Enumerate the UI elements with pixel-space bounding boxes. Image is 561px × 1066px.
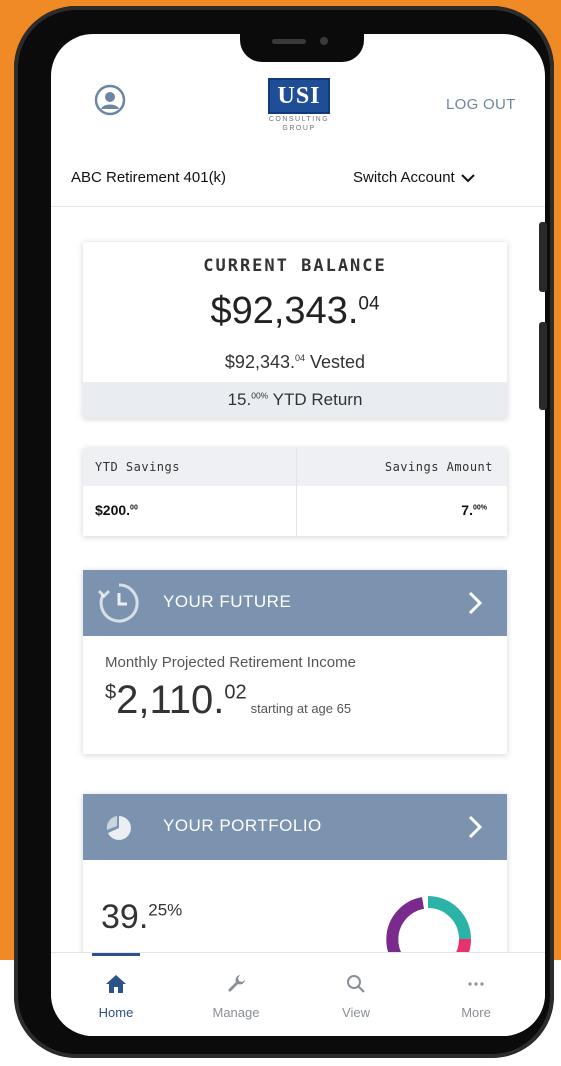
vested-amount: $92,343.04 Vested — [224, 352, 366, 372]
tab-view[interactable]: View — [301, 953, 411, 1036]
tab-manage-label: Manage — [212, 1005, 260, 1020]
phone-volume-up-button — [539, 222, 547, 292]
usi-logo: USI — [268, 78, 330, 114]
tab-manage[interactable]: Manage — [181, 953, 291, 1036]
portfolio-percentage: 39.25% — [101, 898, 183, 936]
balance-title: CURRENT BALANCE — [203, 256, 387, 276]
donut-segment-teal — [427, 896, 471, 940]
your-portfolio-title: YOUR PORTFOLIO — [163, 816, 322, 835]
savings-amount-label: Savings Amount — [384, 460, 493, 474]
savings-divider — [296, 448, 297, 536]
current-balance-card: CURRENT BALANCE $92,343.04 $92,343.04 Ve… — [83, 242, 507, 418]
account-bar: ABC Retirement 401(k) Switch Account — [51, 154, 545, 207]
user-circle-icon[interactable] — [94, 84, 126, 116]
bottom-tab-bar: Home Manage View More — [51, 952, 545, 1036]
phone-frame: USI CONSULTING GROUP LOG OUT ABC Retirem… — [14, 6, 554, 1058]
logout-button[interactable]: LOG OUT — [446, 96, 516, 113]
balance-amount: $92,343.04 — [210, 290, 380, 332]
your-future-title: YOUR FUTURE — [163, 592, 292, 611]
savings-card: YTD Savings Savings Amount $200.00 7.00% — [83, 448, 507, 536]
ytd-savings-label: YTD Savings — [95, 460, 180, 474]
logo-subtitle-group: GROUP — [282, 125, 316, 132]
chevron-down-icon — [461, 174, 475, 183]
clock-history-icon — [97, 583, 139, 623]
phone-volume-down-button — [539, 322, 547, 410]
tab-view-label: View — [342, 1005, 370, 1020]
switch-account-button[interactable]: Switch Account — [353, 169, 475, 186]
wrench-icon — [228, 975, 245, 992]
switch-account-label: Switch Account — [353, 169, 455, 186]
tab-home-label: Home — [98, 1005, 134, 1020]
your-future-header[interactable]: YOUR FUTURE — [83, 570, 507, 636]
search-icon — [347, 975, 365, 993]
active-tab-indicator — [92, 953, 140, 956]
your-portfolio-header[interactable]: YOUR PORTFOLIO — [83, 794, 507, 860]
home-icon — [106, 975, 126, 993]
projected-income-amount: $2,110.02starting at age 65 — [105, 678, 352, 722]
speaker-grille — [272, 39, 306, 44]
pie-chart-icon — [106, 816, 131, 840]
projected-income-label: Monthly Projected Retirement Income — [105, 654, 356, 671]
ytd-savings-value: $200.00 — [95, 502, 138, 518]
tab-more-label: More — [461, 1005, 491, 1020]
ytd-return: 15.00% YTD Return — [83, 382, 507, 418]
tab-more[interactable]: More — [421, 953, 531, 1036]
logo-subtitle-consulting: CONSULTING — [268, 116, 330, 123]
savings-amount-value: 7.00% — [461, 502, 487, 518]
app-screen: USI CONSULTING GROUP LOG OUT ABC Retirem… — [51, 34, 545, 1036]
account-name: ABC Retirement 401(k) — [71, 169, 227, 186]
phone-notch — [240, 16, 364, 62]
front-camera — [320, 37, 328, 45]
tab-home[interactable]: Home — [61, 953, 171, 1036]
chevron-right-icon — [468, 815, 483, 839]
chevron-right-icon — [468, 591, 483, 615]
your-future-card[interactable]: YOUR FUTURE Monthly Projected Retirement… — [83, 570, 507, 754]
more-dots-icon — [468, 982, 484, 986]
